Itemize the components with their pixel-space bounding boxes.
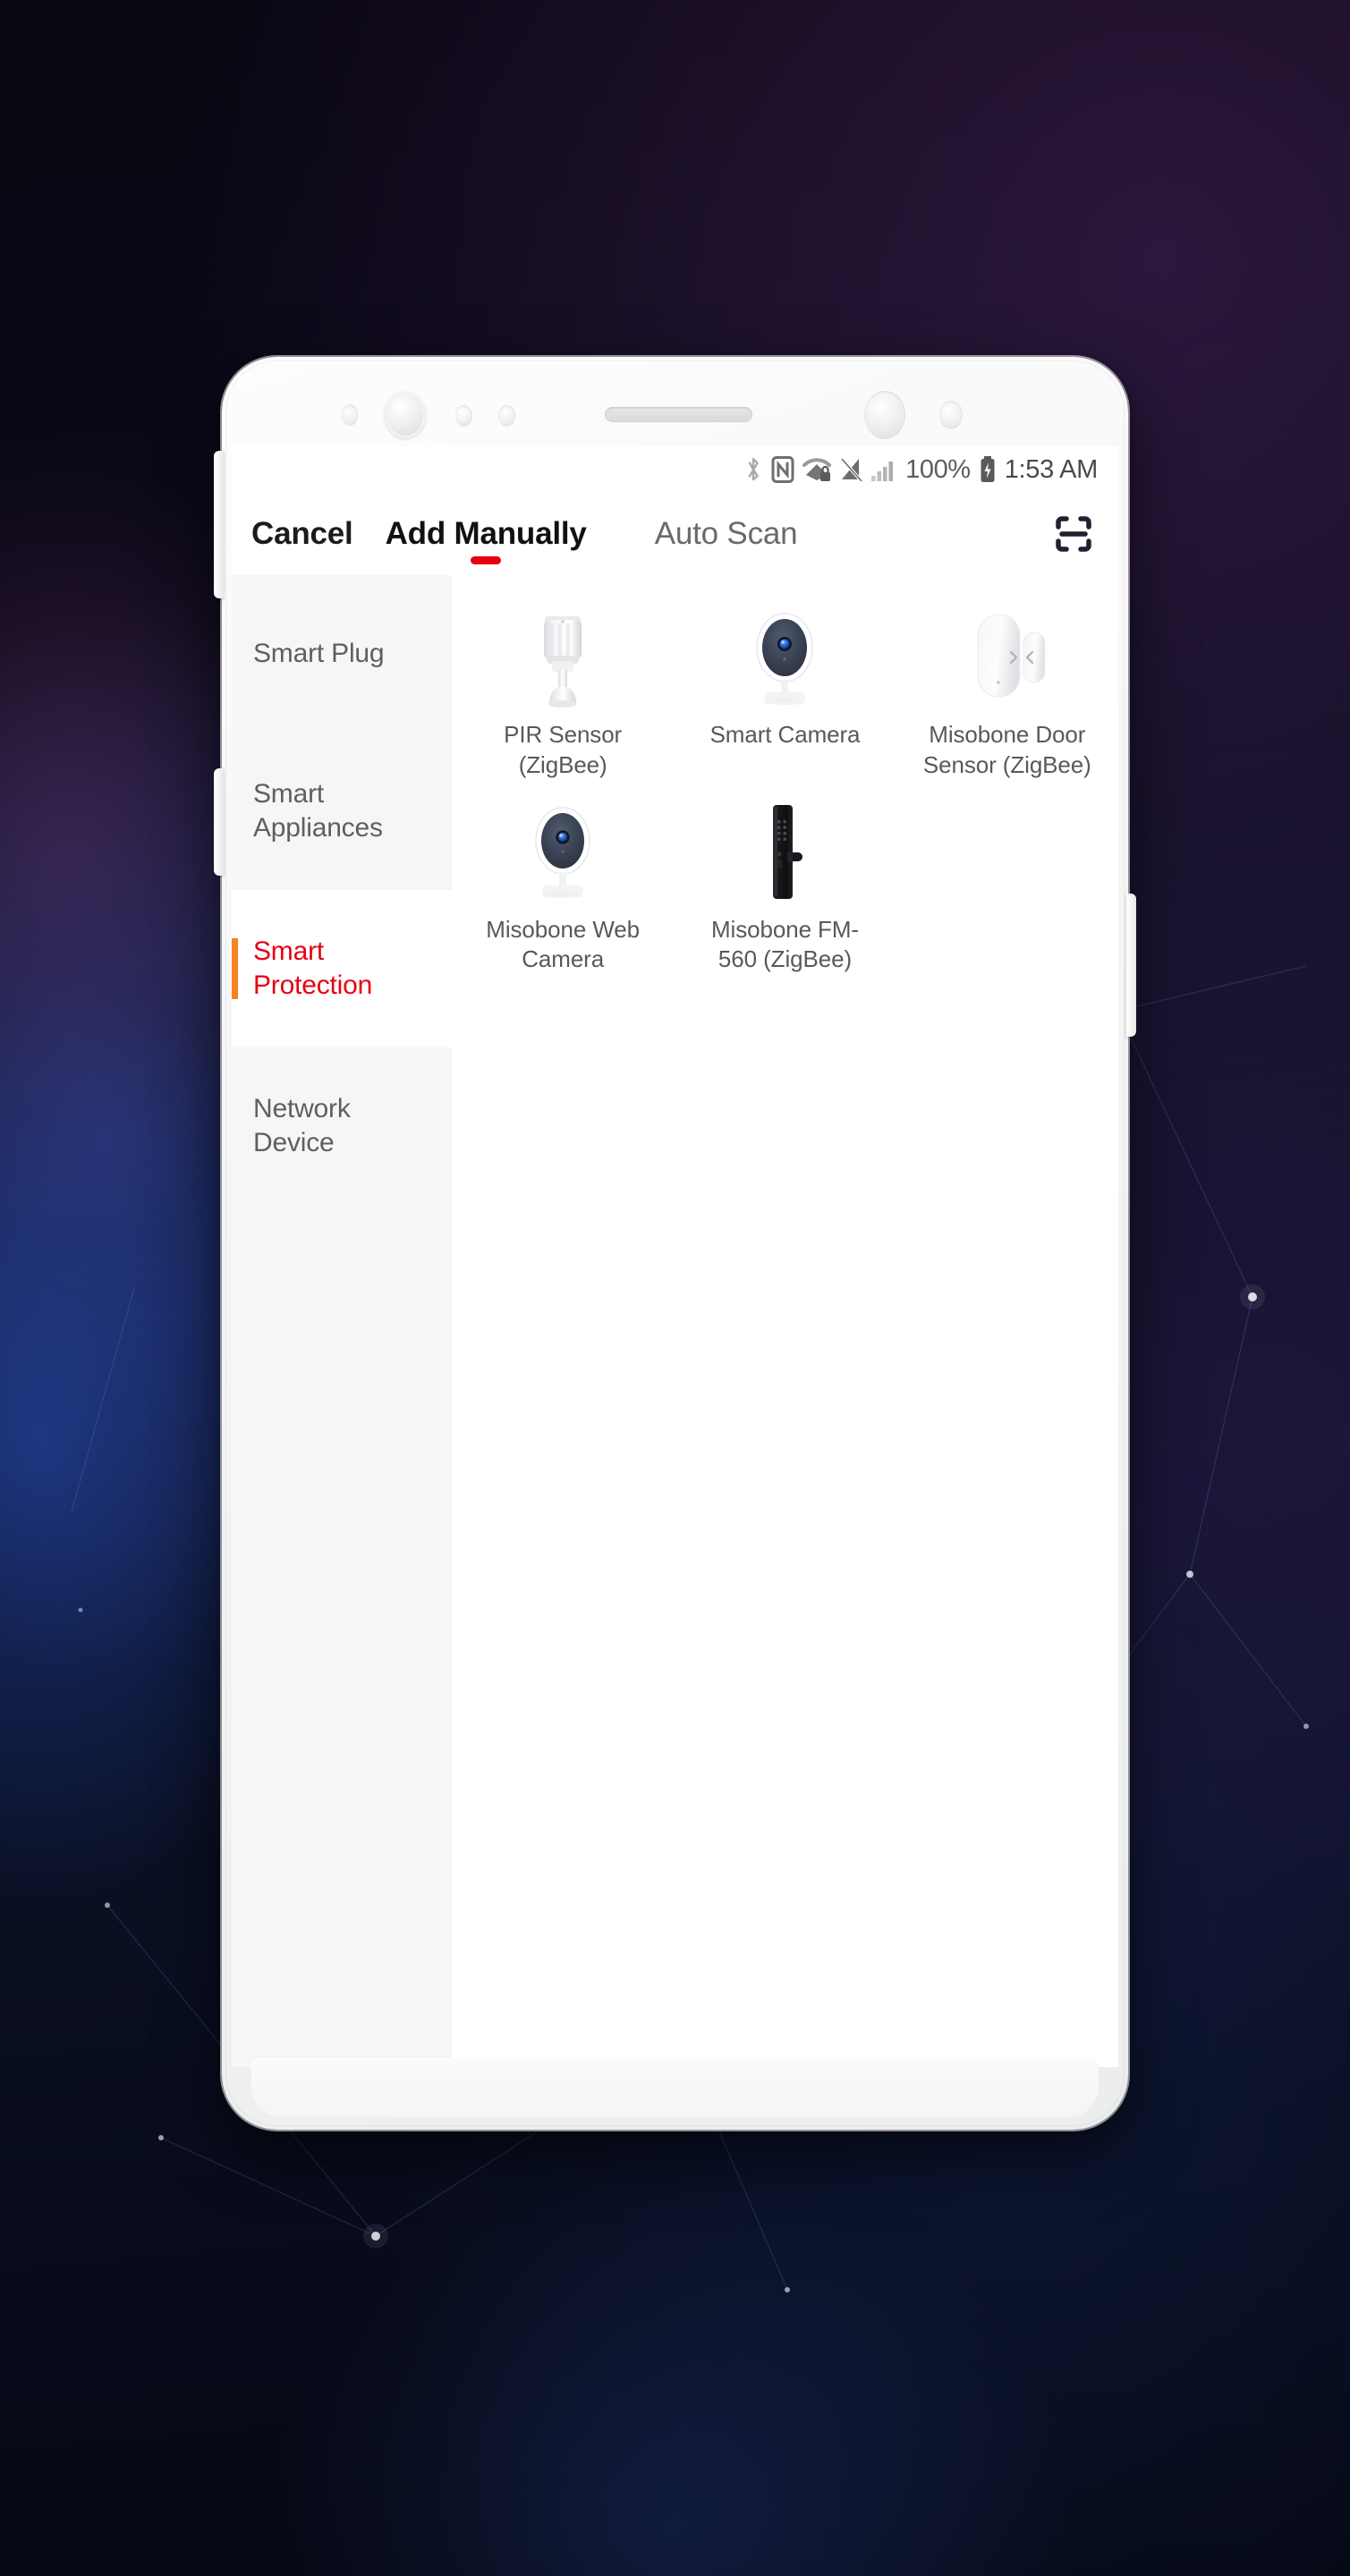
device-label: Misobone Door Sensor (ZigBee) (922, 721, 1091, 778)
light-sensor-icon (498, 405, 515, 427)
volume-down-button[interactable] (214, 768, 224, 876)
device-label: Misobone Web Camera (486, 915, 641, 973)
power-button[interactable] (1126, 894, 1136, 1037)
front-camera-icon (385, 392, 426, 438)
phone-screen: 100% 1:53 AM Cancel Add Manually Auto Sc… (232, 446, 1118, 2067)
device-label: Misobone FM-560 (ZigBee) (711, 915, 859, 973)
sidebar-item-label: Smart Protection (253, 936, 373, 1000)
phone-top-bezel (222, 357, 1128, 446)
top-tab-bar: Cancel Add Manually Auto Scan (232, 493, 1118, 575)
earpiece-speaker (605, 407, 752, 422)
tab-auto-scan[interactable]: Auto Scan (655, 516, 798, 552)
battery-percent-label: 100% (905, 454, 971, 484)
phone-bottom-chin (251, 2058, 1099, 2117)
sidebar-item-smart-appliances[interactable]: Smart Appliances (232, 733, 452, 890)
sidebar-item-label: Smart Plug (253, 638, 385, 668)
sidebar-item-label: Smart Appliances (253, 778, 383, 843)
category-sidebar: Smart Plug Smart Appliances Smart Protec… (232, 575, 452, 2067)
pir-sensor-icon (496, 606, 630, 711)
sensor-icon (342, 404, 358, 426)
iris-scanner-icon (864, 391, 905, 439)
led-indicator-icon (939, 401, 963, 429)
active-tab-indicator (471, 556, 502, 564)
nfc-icon (771, 455, 794, 484)
sidebar-item-smart-protection[interactable]: Smart Protection (232, 890, 452, 1047)
wifi-locked-icon (802, 455, 832, 484)
device-picker-body: Smart Plug Smart Appliances Smart Protec… (232, 575, 1118, 2067)
sidebar-item-smart-plug[interactable]: Smart Plug (232, 575, 452, 733)
volume-up-button[interactable] (214, 451, 224, 598)
cancel-button[interactable]: Cancel (251, 516, 353, 552)
door-sensor-icon (940, 606, 1074, 711)
device-card-smart-lock[interactable]: Misobone FM-560 (ZigBee) (674, 786, 896, 976)
proximity-sensor-icon (455, 405, 472, 427)
sidebar-item-network-device[interactable]: Network Device (232, 1047, 452, 1205)
cellular-signal-icon (870, 455, 897, 484)
smart-lock-icon (717, 801, 852, 906)
device-grid-panel: PIR Sensor (ZigBee) Smart Camera Misobon… (452, 575, 1118, 2067)
device-card-door-sensor[interactable]: Misobone Door Sensor (ZigBee) (896, 591, 1118, 781)
clock-label: 1:53 AM (1004, 454, 1099, 484)
sidebar-item-label: Network Device (253, 1093, 351, 1157)
phone-device: 100% 1:53 AM Cancel Add Manually Auto Sc… (214, 357, 1136, 2130)
battery-charging-icon (979, 455, 997, 484)
device-grid: PIR Sensor (ZigBee) Smart Camera Misobon… (452, 591, 1118, 975)
tab-add-manually-label: Add Manually (385, 516, 587, 551)
smart-camera-icon (717, 606, 852, 711)
device-card-web-camera[interactable]: Misobone Web Camera (452, 786, 674, 976)
signal-off-icon (839, 455, 863, 484)
tab-add-manually[interactable]: Add Manually (385, 516, 587, 564)
device-card-pir-sensor[interactable]: PIR Sensor (ZigBee) (452, 591, 674, 781)
scan-frame-icon[interactable] (1049, 509, 1099, 559)
device-label: Smart Camera (709, 721, 861, 748)
bluetooth-icon (743, 455, 763, 484)
device-card-smart-camera[interactable]: Smart Camera (674, 591, 896, 781)
web-camera-icon (496, 801, 630, 906)
status-bar: 100% 1:53 AM (232, 446, 1118, 493)
device-label: PIR Sensor (ZigBee) (504, 721, 623, 778)
